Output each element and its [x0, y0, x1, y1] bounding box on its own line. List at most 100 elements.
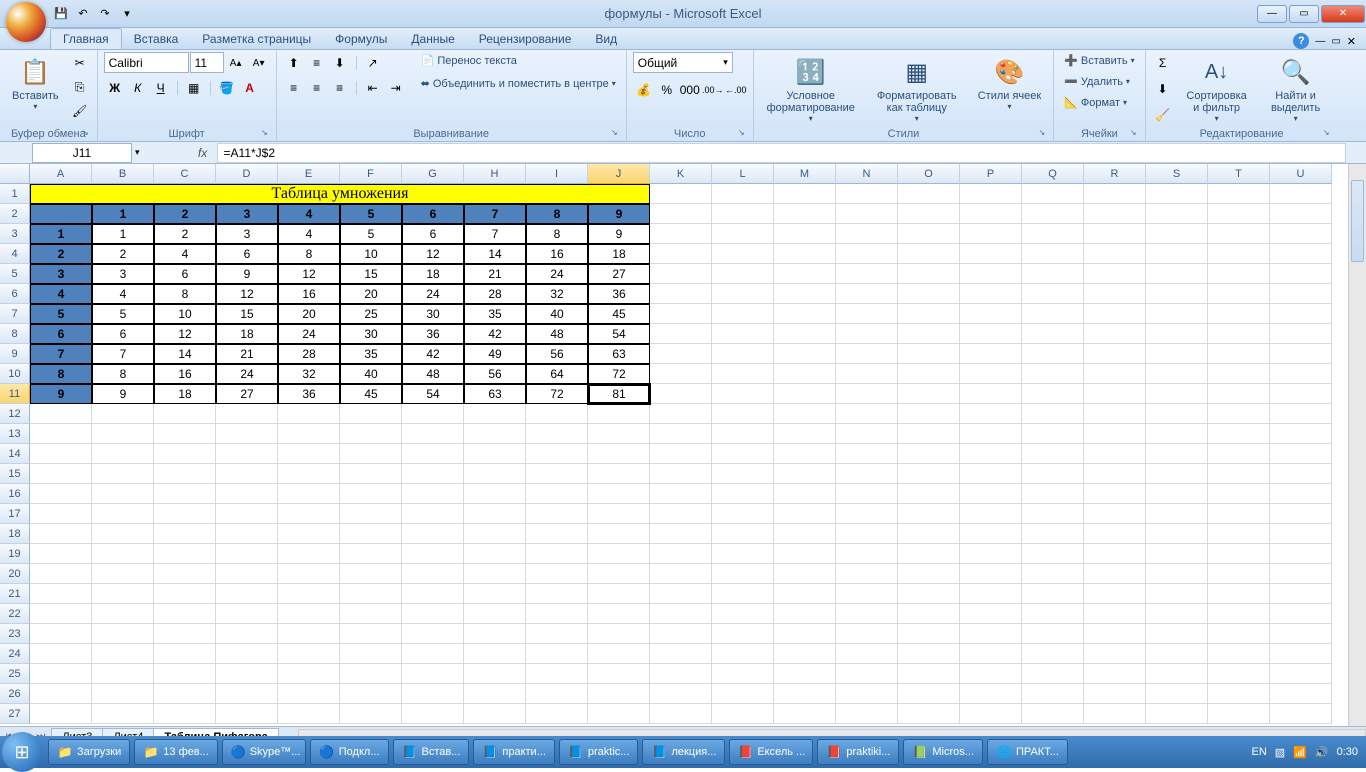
cell[interactable]: [464, 464, 526, 484]
cell[interactable]: [1208, 704, 1270, 724]
cell[interactable]: [216, 404, 278, 424]
cell[interactable]: 15: [340, 264, 402, 284]
cell[interactable]: [650, 224, 712, 244]
cell[interactable]: [836, 584, 898, 604]
cell[interactable]: [1270, 464, 1332, 484]
cell[interactable]: [1146, 644, 1208, 664]
decrease-font-icon[interactable]: A▾: [248, 52, 270, 74]
cell[interactable]: [92, 684, 154, 704]
tab-insert[interactable]: Вставка: [122, 29, 191, 49]
cell[interactable]: [712, 684, 774, 704]
cell[interactable]: [526, 444, 588, 464]
cell[interactable]: [898, 484, 960, 504]
cell[interactable]: [1208, 284, 1270, 304]
cell[interactable]: [92, 524, 154, 544]
cell[interactable]: [1146, 184, 1208, 204]
cell[interactable]: [650, 324, 712, 344]
cell[interactable]: [712, 264, 774, 284]
cell[interactable]: [712, 224, 774, 244]
cell[interactable]: [340, 644, 402, 664]
cell[interactable]: [650, 644, 712, 664]
cell[interactable]: 2: [154, 204, 216, 224]
taskbar-item[interactable]: 📁Загрузки: [48, 739, 130, 765]
cell[interactable]: [1022, 284, 1084, 304]
cell[interactable]: [836, 364, 898, 384]
ribbon-restore-icon[interactable]: ▭: [1331, 36, 1340, 47]
row-header[interactable]: 1: [0, 184, 30, 204]
cell[interactable]: [650, 184, 712, 204]
cell[interactable]: [216, 424, 278, 444]
cell[interactable]: [712, 624, 774, 644]
cell[interactable]: [1270, 404, 1332, 424]
cell[interactable]: 63: [464, 384, 526, 404]
cell[interactable]: 7: [464, 224, 526, 244]
cell[interactable]: [464, 524, 526, 544]
cell[interactable]: 21: [464, 264, 526, 284]
cell[interactable]: [402, 664, 464, 684]
cell[interactable]: [1084, 304, 1146, 324]
cell[interactable]: 14: [154, 344, 216, 364]
cell[interactable]: [1022, 304, 1084, 324]
cell[interactable]: [1022, 204, 1084, 224]
cell[interactable]: [1084, 584, 1146, 604]
cell[interactable]: [340, 464, 402, 484]
taskbar-item[interactable]: 📘практи...: [473, 739, 554, 765]
cell[interactable]: [650, 624, 712, 644]
column-header[interactable]: J: [588, 164, 650, 184]
tab-view[interactable]: Вид: [583, 29, 629, 49]
cell[interactable]: 63: [588, 344, 650, 364]
cell[interactable]: [898, 564, 960, 584]
cell[interactable]: [1208, 584, 1270, 604]
cell[interactable]: 36: [278, 384, 340, 404]
cell[interactable]: [836, 524, 898, 544]
cell[interactable]: [1146, 444, 1208, 464]
cell[interactable]: [960, 624, 1022, 644]
cell[interactable]: [774, 664, 836, 684]
cell[interactable]: [1084, 664, 1146, 684]
cell[interactable]: [154, 624, 216, 644]
cell[interactable]: [1208, 304, 1270, 324]
cell[interactable]: [402, 704, 464, 724]
cell[interactable]: [650, 364, 712, 384]
cell[interactable]: [836, 504, 898, 524]
cell[interactable]: [1084, 544, 1146, 564]
row-header[interactable]: 24: [0, 644, 30, 664]
cell[interactable]: 49: [464, 344, 526, 364]
cell[interactable]: [712, 544, 774, 564]
cell[interactable]: [1084, 264, 1146, 284]
cell[interactable]: [154, 424, 216, 444]
cell[interactable]: [898, 584, 960, 604]
cell[interactable]: [898, 664, 960, 684]
cell[interactable]: [1146, 664, 1208, 684]
cell[interactable]: [464, 444, 526, 464]
cell[interactable]: [30, 544, 92, 564]
cell[interactable]: [712, 644, 774, 664]
cell[interactable]: [526, 504, 588, 524]
cell[interactable]: [898, 284, 960, 304]
cell[interactable]: [1208, 464, 1270, 484]
cell[interactable]: [340, 604, 402, 624]
cell[interactable]: 3: [216, 224, 278, 244]
cell[interactable]: 27: [216, 384, 278, 404]
decrease-indent-icon[interactable]: ⇤: [362, 77, 384, 99]
cell[interactable]: [1146, 324, 1208, 344]
cell[interactable]: [278, 444, 340, 464]
cell[interactable]: [712, 384, 774, 404]
copy-icon[interactable]: ⎘: [69, 76, 91, 98]
cell[interactable]: 9: [216, 264, 278, 284]
cell[interactable]: [588, 544, 650, 564]
column-header[interactable]: L: [712, 164, 774, 184]
cell[interactable]: [1208, 324, 1270, 344]
column-header[interactable]: O: [898, 164, 960, 184]
cell[interactable]: [712, 364, 774, 384]
cell[interactable]: [836, 304, 898, 324]
cell[interactable]: [960, 324, 1022, 344]
cell[interactable]: [278, 524, 340, 544]
cell[interactable]: [1208, 644, 1270, 664]
cell[interactable]: [1084, 284, 1146, 304]
cell[interactable]: [1022, 484, 1084, 504]
cell[interactable]: [92, 504, 154, 524]
cell[interactable]: [464, 684, 526, 704]
cell[interactable]: 35: [340, 344, 402, 364]
cell[interactable]: [1084, 484, 1146, 504]
